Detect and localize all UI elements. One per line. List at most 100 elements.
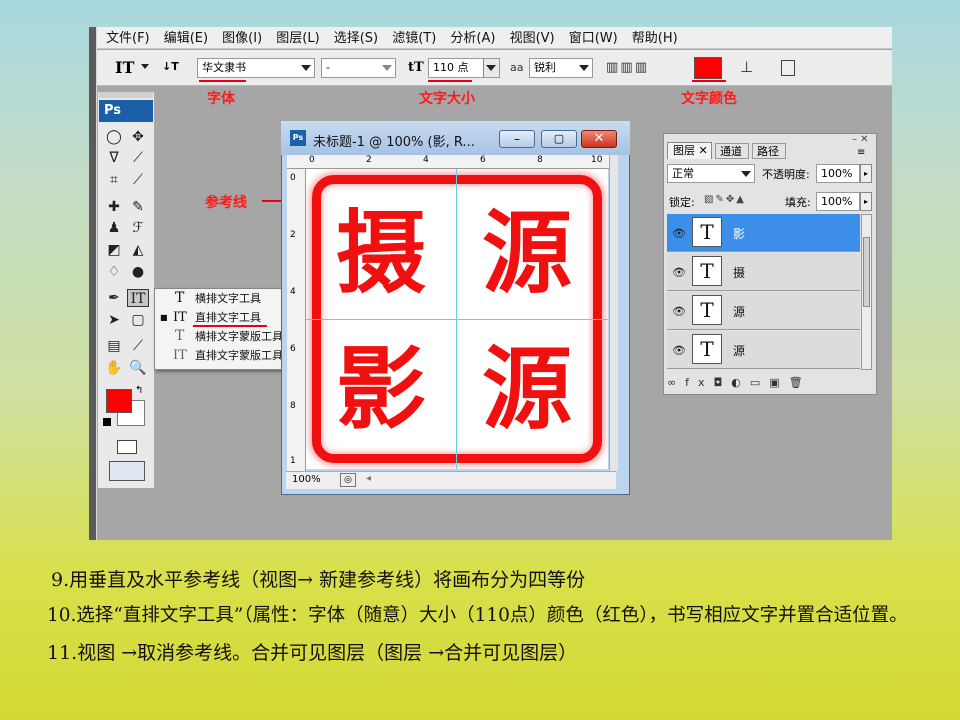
tab-channels[interactable]: 通道 <box>715 143 749 159</box>
menu-edit[interactable]: 编辑(E) <box>164 28 208 50</box>
toolbox-grip[interactable] <box>99 92 153 98</box>
glyph-yuan-top: 源 <box>482 201 572 306</box>
menu-image[interactable]: 图像(I) <box>222 28 262 50</box>
antialias-select[interactable]: 锐利 <box>529 58 593 78</box>
font-family-select[interactable]: 华文隶书 <box>197 58 315 78</box>
eyedropper-tool-icon[interactable]: ⟋ <box>128 337 148 355</box>
adjustment-icon[interactable]: ◐ <box>731 376 750 389</box>
text-layer-thumbnail: T <box>692 217 722 247</box>
path-selection-tool-icon[interactable]: ➤ <box>104 311 124 329</box>
text-align-icons[interactable]: ▥ ▥ ▥ <box>606 60 676 76</box>
annotation-color: 文字颜色 <box>681 91 737 107</box>
eraser-tool-icon[interactable]: ◩ <box>104 241 124 259</box>
zoom-tool-icon[interactable]: 🔍 <box>128 359 148 377</box>
layer-row[interactable]: 👁 T 摄 <box>667 253 860 291</box>
fill-field[interactable]: 100% <box>816 192 860 211</box>
pen-tool-icon[interactable]: ✒ <box>104 289 124 307</box>
ps-document-icon: Ps <box>290 130 306 146</box>
status-menu-icon[interactable]: ◎ <box>340 473 356 487</box>
text-orientation-icon[interactable]: ↓T <box>162 60 180 76</box>
text-color-swatch[interactable] <box>694 57 722 79</box>
menu-help[interactable]: 帮助(H) <box>632 28 678 50</box>
mask-icon[interactable]: ◘ <box>714 376 732 389</box>
menu-layer[interactable]: 图层(L) <box>276 28 319 50</box>
history-brush-tool-icon[interactable]: ℱ <box>128 219 148 237</box>
font-style-select[interactable]: - <box>321 58 396 78</box>
quick-mask-icon[interactable] <box>117 440 137 454</box>
eye-icon[interactable]: 👁 <box>672 305 686 318</box>
tab-paths[interactable]: 路径 <box>752 143 786 159</box>
paint-bucket-tool-icon[interactable]: ◭ <box>128 241 148 259</box>
layer-row[interactable]: 👁 T 影 <box>667 214 860 252</box>
move-tool-icon[interactable]: ✥ <box>128 128 148 146</box>
palettes-icon[interactable] <box>781 60 795 76</box>
swap-colors-icon[interactable]: ↰ <box>135 385 143 396</box>
scrollbar-thumb[interactable] <box>863 237 870 307</box>
fill-arrow-icon[interactable]: ▸ <box>860 192 872 211</box>
font-size-icon: tT <box>408 60 424 75</box>
link-icon[interactable]: ∞ <box>667 376 685 389</box>
foreground-color-swatch[interactable] <box>106 389 132 413</box>
opacity-arrow-icon[interactable]: ▸ <box>860 164 872 183</box>
default-colors-icon[interactable] <box>103 418 111 426</box>
vertical-type-tool-icon[interactable]: IT <box>115 58 134 77</box>
menu-select[interactable]: 选择(S) <box>334 28 378 50</box>
dodge-tool-icon[interactable]: ● <box>128 263 148 281</box>
horizontal-type-mask-icon: T <box>175 328 185 344</box>
trash-icon[interactable]: 🗑 <box>789 376 812 389</box>
type-tool-icon[interactable]: IT <box>127 289 149 307</box>
lasso-tool-icon[interactable]: ᐁ <box>104 149 124 167</box>
fx-icon[interactable]: fx <box>685 376 713 389</box>
scroll-left-icon[interactable]: ◂ <box>366 473 371 484</box>
lock-icons[interactable]: ▨✎✥▲ <box>704 194 746 205</box>
eyedropper-slice-tool-icon[interactable]: ⟋ <box>128 171 148 189</box>
crop-tool-icon[interactable]: ⌗ <box>104 171 124 189</box>
eye-icon[interactable]: 👁 <box>672 227 686 240</box>
eye-icon[interactable]: 👁 <box>672 344 686 357</box>
canvas[interactable]: 摄 源 影 源 <box>306 169 608 469</box>
vertical-type-mask-icon: IT <box>173 348 187 363</box>
blur-tool-icon[interactable]: ♢ <box>104 263 124 281</box>
menu-window[interactable]: 窗口(W) <box>569 28 618 50</box>
healing-brush-tool-icon[interactable]: ✚ <box>104 198 124 216</box>
zoom-level[interactable]: 100% <box>292 474 321 485</box>
vertical-scrollbar[interactable] <box>609 155 618 471</box>
dropdown-button[interactable] <box>483 59 499 77</box>
instruction-10: 10.选择“直排文字工具”（属性：字体（随意）大小（110点）颜色（红色），书写… <box>47 605 908 626</box>
opacity-field[interactable]: 100% <box>816 164 860 183</box>
vertical-type-icon: IT <box>173 310 187 325</box>
menu-view[interactable]: 视图(V) <box>510 28 555 50</box>
screen-mode-icon[interactable] <box>109 461 145 481</box>
minimize-button[interactable]: – <box>499 130 535 148</box>
font-size-select[interactable]: 110 点 <box>428 58 500 78</box>
shape-tool-icon[interactable]: ▢ <box>128 311 148 329</box>
layer-row[interactable]: 👁 T 源 <box>667 331 860 369</box>
close-button[interactable]: ✕ <box>581 130 617 148</box>
guide-horizontal[interactable] <box>306 319 608 320</box>
annotation-font: 字体 <box>207 91 235 107</box>
brush-tool-icon[interactable]: ✎ <box>128 198 148 216</box>
tool-preset-arrow-icon[interactable] <box>141 64 149 69</box>
hand-tool-icon[interactable]: ✋ <box>104 359 124 377</box>
clone-stamp-tool-icon[interactable]: ♟ <box>104 219 124 237</box>
eye-icon[interactable]: 👁 <box>672 266 686 279</box>
group-icon[interactable]: ▭ <box>750 376 769 389</box>
notes-tool-icon[interactable]: ▤ <box>104 337 124 355</box>
menu-filter[interactable]: 滤镜(T) <box>392 28 436 50</box>
panel-menu-icon[interactable]: ≡ <box>857 147 865 158</box>
marquee-tool-icon[interactable]: ◯ <box>104 128 124 146</box>
document-title: 未标题-1 @ 100% (影, R... <box>313 135 475 150</box>
font-family-value: 华文隶书 <box>202 61 246 74</box>
blend-mode-select[interactable]: 正常 <box>667 164 755 183</box>
panel-collapse-close-icon[interactable]: – ✕ <box>852 134 869 145</box>
warp-text-icon[interactable]: ⊥ <box>740 58 753 76</box>
layers-scrollbar[interactable] <box>861 214 872 370</box>
magic-wand-tool-icon[interactable]: ⟋ <box>128 149 148 167</box>
tab-layers[interactable]: 图层 ✕ <box>667 142 712 159</box>
maximize-button[interactable]: ▢ <box>541 130 577 148</box>
menu-file[interactable]: 文件(F) <box>106 28 150 50</box>
layer-row[interactable]: 👁 T 源 <box>667 292 860 330</box>
new-layer-icon[interactable]: ▣ <box>769 376 788 389</box>
menu-analysis[interactable]: 分析(A) <box>450 28 495 50</box>
layers-bottom-toolbar: ∞fx◘◐▭▣🗑 <box>667 376 873 392</box>
